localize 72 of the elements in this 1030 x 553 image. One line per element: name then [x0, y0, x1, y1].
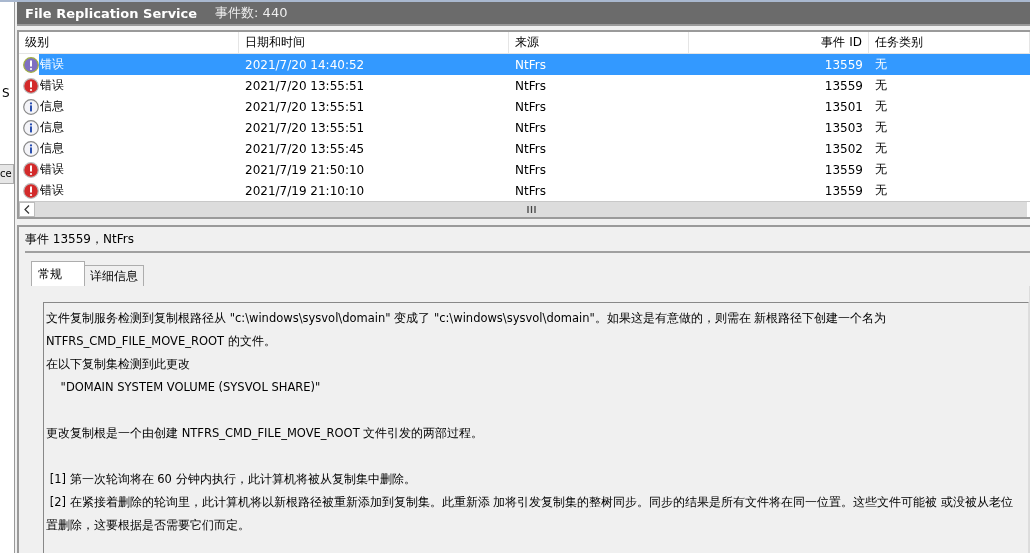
- event-row[interactable]: 信息 2021/7/20 13:55:51 NtFrs 13503 无: [19, 117, 1030, 138]
- source-cell-text: NtFrs: [514, 98, 547, 116]
- event-id-cell-text: 13559: [823, 182, 864, 200]
- event-count: 事件数: 440: [215, 4, 288, 22]
- event-title: 事件 13559，NtFrs: [25, 227, 1030, 253]
- source-cell-text: NtFrs: [514, 182, 547, 200]
- task-cell-text: 无: [874, 140, 888, 157]
- info-icon: [23, 140, 39, 157]
- tab[interactable]: 常规: [31, 261, 85, 286]
- task-cell-text: 无: [874, 56, 888, 73]
- error-icon: [23, 182, 39, 199]
- event-row[interactable]: 错误 2021/7/19 21:10:10 NtFrs 13559 无: [19, 180, 1030, 201]
- event-id-cell-text: 13501: [823, 98, 864, 116]
- date-cell-text: 2021/7/20 13:55:51: [244, 98, 366, 116]
- level-text: 错误: [40, 182, 64, 199]
- event-id-cell-text: 13559: [823, 77, 864, 95]
- description-text: NTFRS_CMD_FILE_MOVE_ROOT 的文件。: [46, 333, 276, 350]
- event-id-cell-text: 13559: [823, 161, 864, 179]
- scroll-left-button[interactable]: [19, 202, 35, 217]
- tab[interactable]: 详细信息: [84, 265, 144, 286]
- source-cell-text: NtFrs: [514, 140, 547, 158]
- column-header[interactable]: 日期和时间: [239, 32, 509, 53]
- date-cell-text: 2021/7/20 13:55:51: [244, 119, 366, 137]
- column-header[interactable]: 来源: [509, 32, 689, 53]
- error-icon: [23, 77, 39, 94]
- event-row[interactable]: 错误 2021/7/20 13:55:51 NtFrs 13559 无: [19, 75, 1030, 96]
- column-header[interactable]: 任务类别: [869, 32, 1030, 53]
- horizontal-scrollbar[interactable]: [19, 201, 1030, 217]
- error-icon: [23, 56, 39, 73]
- source-cell-text: NtFrs: [514, 77, 547, 95]
- date-cell-text: 2021/7/19 21:50:10: [244, 161, 366, 179]
- description-text: 置删除，这要根据是否需要它们而定。: [46, 517, 250, 534]
- error-icon: [23, 161, 39, 178]
- column-header[interactable]: 级别: [19, 32, 239, 53]
- task-cell-text: 无: [874, 161, 888, 178]
- task-cell-text: 无: [874, 119, 888, 136]
- level-text: 信息: [40, 98, 64, 115]
- level-text: 信息: [40, 140, 64, 157]
- description-text: 更改复制根是一个由创建 NTFRS_CMD_FILE_MOVE_ROOT 文件引发的两部过程。: [46, 425, 484, 442]
- date-cell-text: 2021/7/20 14:40:52: [244, 56, 366, 74]
- event-id-cell-text: 13503: [823, 119, 864, 137]
- source-cell-text: NtFrs: [514, 56, 547, 74]
- info-icon: [23, 98, 39, 115]
- pane-button[interactable]: ce: [0, 164, 14, 184]
- log-title: File Replication Service: [25, 5, 198, 21]
- task-cell-text: 无: [874, 182, 888, 199]
- source-cell-text: NtFrs: [514, 119, 547, 137]
- info-icon: [23, 119, 39, 136]
- description-text: [2] 在紧接着删除的轮询里，此计算机将以新根路径被重新添加到复制集。此重新添 加将引发复制集的整树同步。同步的结果是所有文件将在同一位置。这些文件可能被 或没被从老位: [48, 494, 1013, 511]
- date-cell-text: 2021/7/19 21:10:10: [244, 182, 366, 200]
- event-id-cell-text: 13502: [823, 140, 864, 158]
- description-text: 文件复制服务检测到复制根路径从 "c:\windows\sysvol\domain" 变成了 "c:\windows\sysvol\domain"。如果这是有意做的，则需在 新根路径下创建一个名为: [46, 310, 887, 327]
- description-text: [1] 第一次轮询将在 60 分钟内执行，此计算机将被从复制集中删除。: [48, 471, 416, 488]
- task-cell-text: 无: [874, 77, 888, 94]
- chevron-left-icon: [24, 205, 30, 214]
- event-row[interactable]: 信息 2021/7/20 13:55:51 NtFrs 13501 无: [19, 96, 1030, 117]
- event-row[interactable]: 错误 2021/7/19 21:50:10 NtFrs 13559 无: [19, 159, 1030, 180]
- description-text: 在以下复制集检测到此更改: [46, 356, 190, 373]
- level-text: 错误: [40, 77, 64, 94]
- scroll-grip-icon: [526, 206, 536, 213]
- event-id-cell-text: 13559: [823, 56, 864, 74]
- level-text: 信息: [40, 119, 64, 136]
- event-row[interactable]: 信息 2021/7/20 13:55:45 NtFrs 13502 无: [19, 138, 1030, 159]
- source-cell-text: NtFrs: [514, 161, 547, 179]
- date-cell-text: 2021/7/20 13:55:51: [244, 77, 366, 95]
- description-text: "DOMAIN SYSTEM VOLUME (SYSVOL SHARE)": [59, 379, 321, 396]
- pane-text: S: [1, 86, 11, 100]
- level-text: 错误: [40, 56, 64, 73]
- date-cell-text: 2021/7/20 13:55:45: [244, 140, 366, 158]
- column-header[interactable]: 事件 ID: [689, 32, 869, 53]
- level-text: 错误: [40, 161, 64, 178]
- task-cell-text: 无: [874, 98, 888, 115]
